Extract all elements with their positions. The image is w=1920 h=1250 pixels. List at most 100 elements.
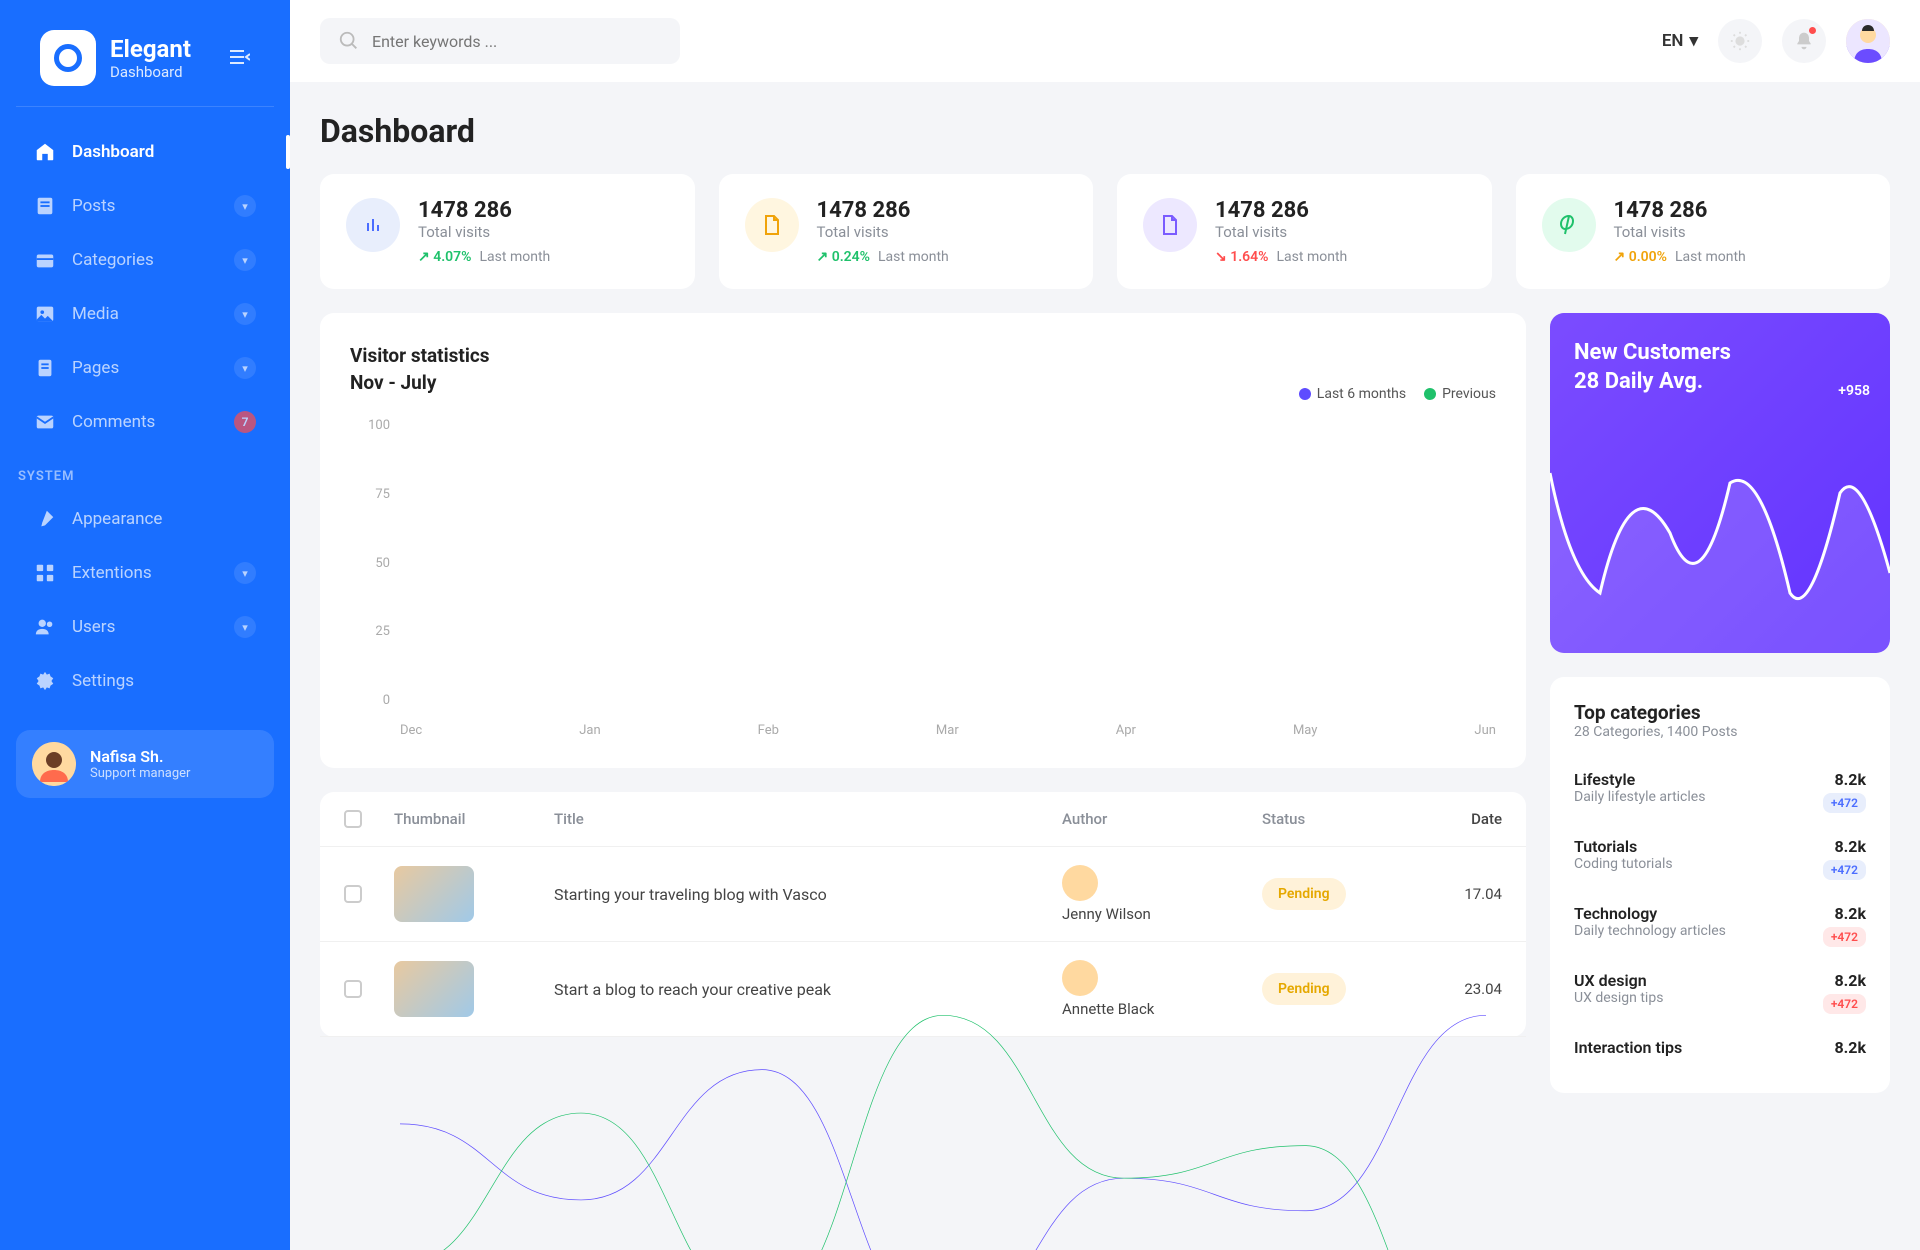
category-pill: +472 bbox=[1823, 927, 1866, 947]
categories-title: Top categories bbox=[1574, 701, 1866, 724]
sidebar-item-appearance[interactable]: Appearance bbox=[16, 494, 274, 544]
collapse-sidebar-icon[interactable] bbox=[230, 46, 250, 70]
promo-sparkline bbox=[1550, 453, 1890, 653]
category-desc: UX design tips bbox=[1574, 990, 1663, 1006]
chevron-down-icon: ▾ bbox=[234, 616, 256, 638]
stat-trend: ↗ 0.00% bbox=[1614, 249, 1668, 265]
category-name: Lifestyle bbox=[1574, 770, 1705, 789]
brand-title: Elegant bbox=[110, 35, 230, 64]
chevron-down-icon: ▾ bbox=[234, 195, 256, 217]
legend-label: Previous bbox=[1442, 386, 1496, 402]
stat-label: Total visits bbox=[1614, 223, 1746, 241]
stat-value: 1478 286 bbox=[1215, 198, 1347, 223]
categories-subtitle: 28 Categories, 1400 Posts bbox=[1574, 724, 1866, 740]
user-name: Nafisa Sh. bbox=[90, 747, 190, 766]
category-value: 8.2k bbox=[1823, 971, 1866, 990]
sidebar-item-pages[interactable]: Pages▾ bbox=[16, 343, 274, 393]
category-name: UX design bbox=[1574, 971, 1663, 990]
image-icon bbox=[34, 303, 56, 325]
sidebar-item-media[interactable]: Media ▾ bbox=[16, 289, 274, 339]
category-item[interactable]: LifestyleDaily lifestyle articles8.2k+47… bbox=[1574, 758, 1866, 825]
legend-label: Last 6 months bbox=[1317, 386, 1406, 402]
category-name: Tutorials bbox=[1574, 837, 1673, 856]
category-pill: +472 bbox=[1823, 860, 1866, 880]
brand-subtitle: Dashboard bbox=[110, 63, 230, 81]
folder-icon bbox=[34, 249, 56, 271]
stat-period: Last month bbox=[480, 249, 551, 265]
language-select[interactable]: EN ▾ bbox=[1662, 31, 1698, 51]
sidebar-item-extentions[interactable]: Extentions▾ bbox=[16, 548, 274, 598]
category-pill: +472 bbox=[1823, 793, 1866, 813]
chart-legend: Last 6 months Previous bbox=[350, 386, 1496, 402]
file-icon bbox=[34, 195, 56, 217]
sidebar-item-categories[interactable]: Categories▾ bbox=[16, 235, 274, 285]
category-name: Technology bbox=[1574, 904, 1726, 923]
row-checkbox[interactable] bbox=[344, 885, 362, 903]
bell-icon bbox=[1794, 31, 1814, 51]
row-checkbox[interactable] bbox=[344, 980, 362, 998]
user-role: Support manager bbox=[90, 766, 190, 781]
user-card[interactable]: Nafisa Sh. Support manager bbox=[16, 730, 274, 798]
nav-system: Appearance Extentions▾Users▾ Settings bbox=[0, 494, 290, 710]
search-input[interactable] bbox=[372, 32, 662, 51]
user-avatar bbox=[32, 742, 76, 786]
stat-card: 1478 286Total visits↗ 4.07%Last month bbox=[320, 174, 695, 289]
stat-icon bbox=[346, 198, 400, 252]
notification-dot bbox=[1809, 27, 1816, 34]
category-item[interactable]: UX designUX design tips8.2k+472 bbox=[1574, 959, 1866, 1026]
sidebar-item-label: Appearance bbox=[72, 509, 162, 529]
category-value: 8.2k bbox=[1823, 837, 1866, 856]
new-customers-card: New Customers 28 Daily Avg. +958 bbox=[1550, 313, 1890, 653]
main-area: EN ▾ Dashboard 1478 286Total visits↗ 4.0… bbox=[290, 0, 1920, 1250]
category-item[interactable]: Interaction tips8.2k bbox=[1574, 1026, 1866, 1069]
category-value: 8.2k bbox=[1823, 904, 1866, 923]
stat-label: Total visits bbox=[1215, 223, 1347, 241]
sidebar-item-label: Settings bbox=[72, 671, 134, 691]
category-item[interactable]: TechnologyDaily technology articles8.2k+… bbox=[1574, 892, 1866, 959]
gear-icon bbox=[34, 670, 56, 692]
chevron-down-icon: ▾ bbox=[234, 303, 256, 325]
sidebar-item-posts[interactable]: Posts▾ bbox=[16, 181, 274, 231]
category-item[interactable]: TutorialsCoding tutorials 8.2k +472 bbox=[1574, 825, 1866, 892]
category-desc: Coding tutorials bbox=[1574, 856, 1673, 872]
notifications-button[interactable] bbox=[1782, 19, 1826, 63]
language-label: EN bbox=[1662, 31, 1684, 51]
chart-area: 1007550250 DecJanFebMarAprMayJun bbox=[350, 418, 1496, 738]
sidebar-item-label: Comments bbox=[72, 412, 155, 432]
stat-icon bbox=[1542, 198, 1596, 252]
badge: 7 bbox=[234, 411, 256, 433]
stat-value: 1478 286 bbox=[1614, 198, 1746, 223]
stat-period: Last month bbox=[1277, 249, 1348, 265]
chart-line bbox=[400, 1015, 1486, 1250]
stat-value: 1478 286 bbox=[418, 198, 550, 223]
chevron-down-icon: ▾ bbox=[234, 357, 256, 379]
sidebar-item-comments[interactable]: Comments 7 bbox=[16, 397, 274, 447]
top-categories-card: Top categories 28 Categories, 1400 Posts… bbox=[1550, 677, 1890, 1093]
chart-line bbox=[400, 1015, 1486, 1250]
logo-icon bbox=[40, 30, 96, 86]
promo-line1: New Customers bbox=[1574, 339, 1866, 368]
sidebar-item-settings[interactable]: Settings bbox=[16, 656, 274, 706]
stat-label: Total visits bbox=[817, 223, 949, 241]
sidebar-item-label: Categories bbox=[72, 250, 154, 270]
stat-card: 1478 286Total visits↗ 0.24%Last month bbox=[719, 174, 1094, 289]
chart-plot bbox=[400, 418, 1486, 1250]
sidebar-item-label: Media bbox=[72, 304, 119, 324]
sidebar-item-users[interactable]: Users▾ bbox=[16, 602, 274, 652]
stat-card: 1478 286Total visits↗ 0.00%Last month bbox=[1516, 174, 1891, 289]
profile-avatar[interactable] bbox=[1846, 19, 1890, 63]
stat-label: Total visits bbox=[418, 223, 550, 241]
stat-trend: ↗ 0.24% bbox=[817, 249, 871, 265]
sidebar-item-dashboard[interactable]: Dashboard bbox=[16, 127, 274, 177]
search-box[interactable] bbox=[320, 18, 680, 64]
y-axis: 1007550250 bbox=[350, 418, 390, 708]
promo-badge: +958 bbox=[1838, 383, 1870, 399]
home-icon bbox=[34, 141, 56, 163]
theme-toggle-button[interactable] bbox=[1718, 19, 1762, 63]
select-all-checkbox[interactable] bbox=[344, 810, 362, 828]
promo-line2: 28 Daily Avg. bbox=[1574, 368, 1866, 397]
chart-title: Visitor statistics bbox=[350, 343, 1496, 370]
logo-section: Elegant Dashboard bbox=[16, 20, 274, 107]
chevron-down-icon: ▾ bbox=[1689, 31, 1698, 51]
stat-trend: ↘ 1.64% bbox=[1215, 249, 1269, 265]
